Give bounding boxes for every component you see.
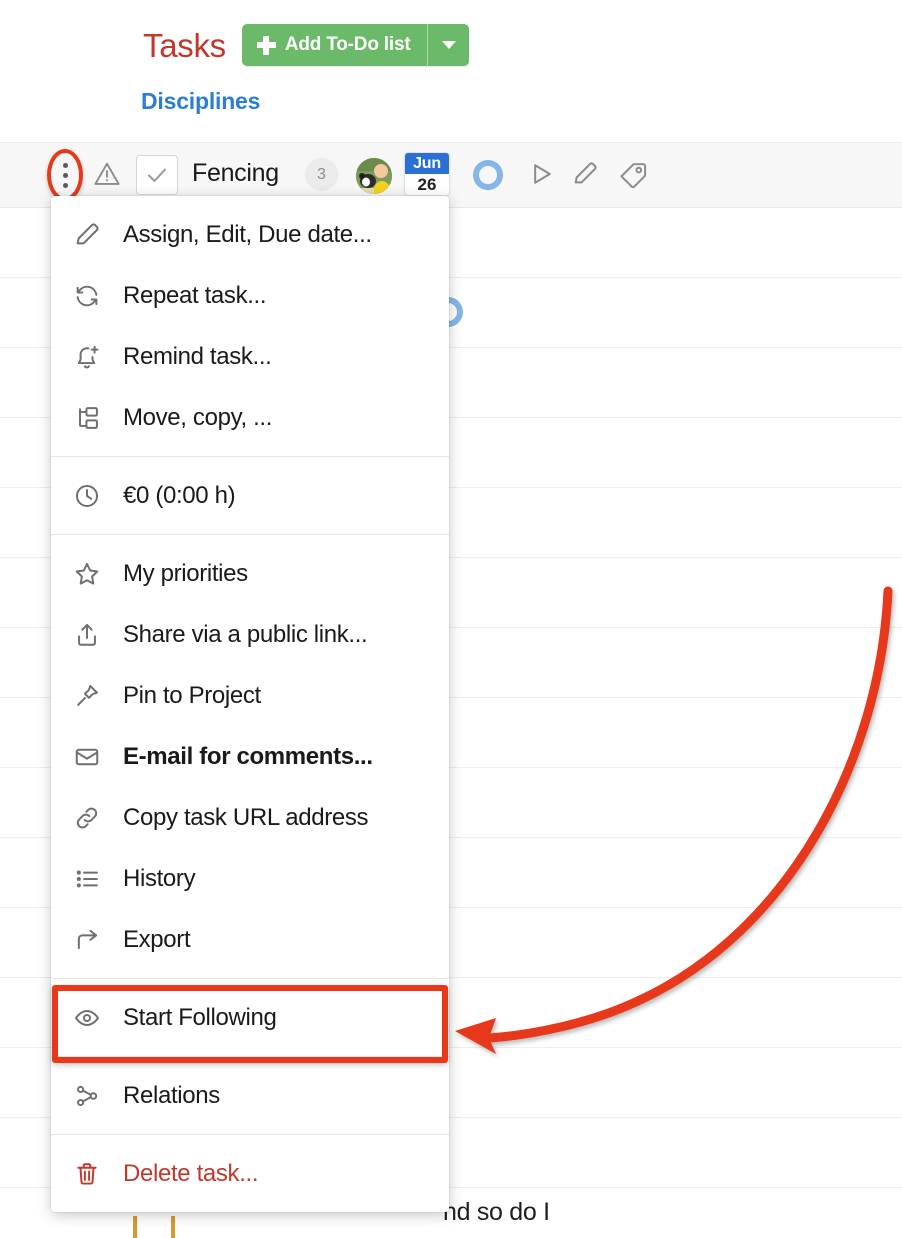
plus-icon	[256, 35, 276, 55]
menu-item-label: My priorities	[123, 559, 248, 587]
dot	[62, 172, 68, 178]
menu-group: Delete task...	[51, 1134, 449, 1212]
menu-group: €0 (0:00 h)	[51, 456, 449, 534]
share-upload-icon	[73, 620, 107, 650]
menu-item-label: Relations	[123, 1081, 220, 1109]
menu-item-repeat-task[interactable]: Repeat task...	[51, 265, 449, 326]
dot	[62, 182, 68, 188]
menu-item-label: Repeat task...	[123, 281, 267, 309]
relations-icon	[73, 1081, 107, 1111]
menu-item-export[interactable]: Export	[51, 909, 449, 970]
menu-group: Relations	[51, 1056, 449, 1134]
due-date-badge[interactable]: Jun 26	[404, 152, 450, 196]
add-todo-list-button-group[interactable]: Add To-Do list	[241, 24, 470, 66]
menu-item-label: History	[123, 864, 196, 892]
tag-icon[interactable]	[618, 160, 648, 188]
background-task-title: nd so do I	[443, 1198, 550, 1226]
warning-triangle-icon[interactable]	[93, 160, 121, 188]
menu-item-e-mail-for-comments[interactable]: E-mail for comments...	[51, 726, 449, 787]
menu-item-label: Assign, Edit, Due date...	[123, 220, 372, 248]
task-context-menu-button[interactable]	[53, 155, 77, 195]
pencil-icon	[73, 220, 107, 250]
star-icon	[73, 559, 107, 589]
pin-icon	[73, 681, 107, 711]
list-icon	[73, 864, 107, 894]
eye-icon	[73, 1003, 107, 1033]
menu-item-label: Copy task URL address	[123, 803, 369, 831]
add-todo-list-dropdown-toggle[interactable]	[427, 24, 470, 66]
menu-item-label: E-mail for comments...	[123, 742, 373, 770]
menu-item-remind-task[interactable]: Remind task...	[51, 326, 449, 387]
due-date-day: 26	[417, 175, 437, 194]
menu-group: My priorities Share via a public link... P…	[51, 534, 449, 978]
task-context-menu[interactable]: Assign, Edit, Due date... Repeat task... R…	[51, 196, 449, 1212]
menu-item-label: €0 (0:00 h)	[123, 481, 236, 509]
menu-item-label: Share via a public link...	[123, 620, 368, 648]
check-icon	[148, 168, 166, 182]
menu-item-my-priorities[interactable]: My priorities	[51, 543, 449, 604]
breadcrumb-disciplines[interactable]: Disciplines	[141, 88, 260, 115]
repeat-icon	[73, 281, 107, 311]
pencil-icon[interactable]	[571, 160, 599, 188]
menu-group: Assign, Edit, Due date... Repeat task... R…	[51, 196, 449, 456]
menu-item-share-via-a-public-link[interactable]: Share via a public link...	[51, 604, 449, 665]
arrow-export-icon	[73, 925, 107, 955]
envelope-icon	[73, 742, 107, 772]
dot	[62, 162, 68, 168]
menu-item-label: Start Following	[123, 1003, 277, 1031]
menu-item-label: Export	[123, 925, 191, 953]
clock-icon	[73, 481, 107, 511]
menu-item-start-following[interactable]: Start Following	[51, 987, 449, 1048]
background-badge	[133, 1216, 175, 1238]
menu-item-label: Move, copy, ...	[123, 403, 273, 431]
chevron-down-icon	[441, 41, 456, 49]
add-todo-list-label: Add To-Do list	[284, 34, 411, 55]
menu-group: Start Following	[51, 978, 449, 1056]
app-root: Tasks Add To-Do list Disciplines Fencing…	[0, 0, 902, 1238]
circle-ring-icon[interactable]	[473, 160, 503, 190]
task-title[interactable]: Fencing	[192, 159, 279, 188]
trash-icon	[73, 1159, 107, 1189]
link-icon	[73, 803, 107, 833]
menu-item-copy-task-url-address[interactable]: Copy task URL address	[51, 787, 449, 848]
add-todo-list-button[interactable]: Add To-Do list	[241, 24, 428, 66]
menu-item-label: Pin to Project	[123, 681, 261, 709]
menu-item-history[interactable]: History	[51, 848, 449, 909]
play-icon[interactable]	[527, 160, 555, 188]
menu-item-assign-edit-due-date[interactable]: Assign, Edit, Due date...	[51, 204, 449, 265]
task-complete-checkbox[interactable]	[136, 155, 178, 195]
avatar[interactable]	[356, 158, 392, 194]
page-header: Tasks Add To-Do list	[0, 18, 902, 72]
menu-item-label: Delete task...	[123, 1159, 259, 1187]
menu-item-label: Remind task...	[123, 342, 272, 370]
page-title: Tasks	[143, 26, 226, 64]
comment-count-badge[interactable]: 3	[305, 158, 338, 191]
menu-item-pin-to-project[interactable]: Pin to Project	[51, 665, 449, 726]
menu-item-relations[interactable]: Relations	[51, 1065, 449, 1126]
menu-item-delete-task[interactable]: Delete task...	[51, 1143, 449, 1204]
menu-item-move-copy[interactable]: Move, copy, ...	[51, 387, 449, 448]
menu-item-0-0-00-h[interactable]: €0 (0:00 h)	[51, 465, 449, 526]
due-date-month: Jun	[405, 153, 449, 174]
move-copy-icon	[73, 403, 107, 433]
bell-plus-icon	[73, 342, 107, 372]
